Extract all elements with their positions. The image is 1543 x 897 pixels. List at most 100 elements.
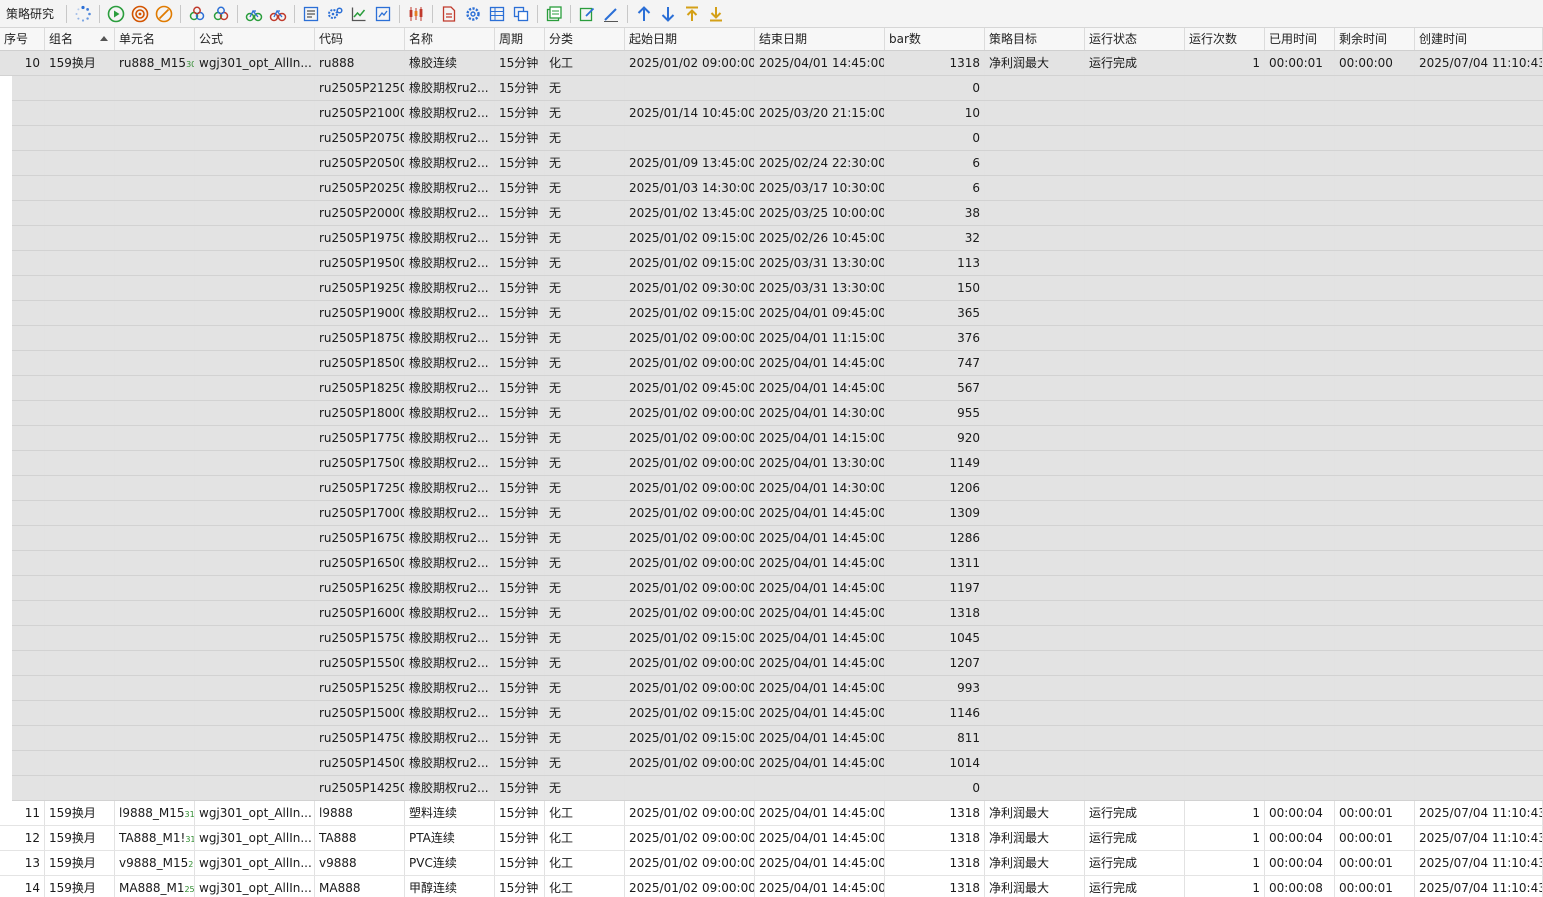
column-header-bar-count[interactable]: bar数	[885, 28, 985, 50]
table-child-row[interactable]: ru2505P21000 橡胶期权ru2... 15分钟无 2025/01/14 10…	[0, 101, 1543, 126]
cell-text: 00:00:01	[1269, 56, 1323, 70]
cell-name: 橡胶期权ru2...	[405, 376, 495, 400]
cell-text: 2025/04/01 14:45:00	[759, 681, 885, 695]
column-header-target[interactable]: 策略目标	[985, 28, 1085, 50]
toolbar: 策略研究	[0, 0, 1543, 28]
settings-icon[interactable]	[462, 3, 484, 25]
table-child-row[interactable]: ru2505P15500 橡胶期权ru2... 15分钟无 2025/01/02 09…	[0, 651, 1543, 676]
cell-created	[1415, 526, 1543, 550]
column-header-group[interactable]: 组名	[45, 28, 115, 50]
column-header-index[interactable]: 序号	[0, 28, 45, 50]
column-header-unit[interactable]: 单元名	[115, 28, 195, 50]
table-child-row[interactable]: ru2505P19750 橡胶期权ru2... 15分钟无 2025/01/02 09…	[0, 226, 1543, 251]
column-header-name[interactable]: 名称	[405, 28, 495, 50]
export-icon[interactable]	[543, 3, 565, 25]
table-child-row[interactable]: ru2505P15250 橡胶期权ru2... 15分钟无 2025/01/02 09…	[0, 676, 1543, 701]
cell-text: 无	[549, 131, 562, 145]
column-header-elapsed[interactable]: 已用时间	[1265, 28, 1335, 50]
cell-elapsed	[1265, 776, 1335, 800]
table-child-row[interactable]: ru2505P17500 橡胶期权ru2... 15分钟无 2025/01/02 09…	[0, 451, 1543, 476]
table-child-row[interactable]: ru2505P17250 橡胶期权ru2... 15分钟无 2025/01/02 09…	[0, 476, 1543, 501]
arrow-up-icon[interactable]	[633, 3, 655, 25]
cell-remaining	[1335, 276, 1415, 300]
cell-elapsed	[1265, 551, 1335, 575]
table-child-row[interactable]: ru2505P20000 橡胶期权ru2... 15分钟无 2025/01/02 13…	[0, 201, 1543, 226]
table-child-row[interactable]: ru2505P20500 橡胶期权ru2... 15分钟无 2025/01/09 13…	[0, 151, 1543, 176]
table-child-row[interactable]: ru2505P17000 橡胶期权ru2... 15分钟无 2025/01/02 09…	[0, 501, 1543, 526]
cell-text: wgj301_opt_AllIn...	[199, 856, 312, 870]
table-child-row[interactable]: ru2505P18000 橡胶期权ru2... 15分钟无 2025/01/02 09…	[0, 401, 1543, 426]
group-add-icon[interactable]	[186, 3, 208, 25]
cell-text: 00:00:08	[1269, 881, 1323, 895]
cell-text: 0	[972, 131, 980, 145]
column-header-end-date[interactable]: 结束日期	[755, 28, 885, 50]
table-child-row[interactable]: ru2505P15750 橡胶期权ru2... 15分钟无 2025/01/02 09…	[0, 626, 1543, 651]
column-header-start-date[interactable]: 起始日期	[625, 28, 755, 50]
candlestick-icon[interactable]	[405, 3, 427, 25]
table-child-row[interactable]: ru2505P18750 橡胶期权ru2... 15分钟无 2025/01/02 09…	[0, 326, 1543, 351]
cell-created: 2025/07/04 11:10:43	[1415, 801, 1543, 825]
column-header-formula[interactable]: 公式	[195, 28, 315, 50]
bike-alt-icon[interactable]	[267, 3, 289, 25]
table-row[interactable]: 12 159换月 TA888_M1!31 wgj301_opt_AllIn... TA8…	[0, 826, 1543, 851]
column-header-code[interactable]: 代码	[315, 28, 405, 50]
table-child-row[interactable]: ru2505P18500 橡胶期权ru2... 15分钟无 2025/01/02 09…	[0, 351, 1543, 376]
table-child-row[interactable]: ru2505P16250 橡胶期权ru2... 15分钟无 2025/01/02 09…	[0, 576, 1543, 601]
column-header-remaining[interactable]: 剩余时间	[1335, 28, 1415, 50]
table-child-row[interactable]: ru2505P19250 橡胶期权ru2... 15分钟无 2025/01/02 09…	[0, 276, 1543, 301]
table-row[interactable]: 13 159换月 v9888_M1527 wgj301_opt_AllIn... v98…	[0, 851, 1543, 876]
cell-unit	[115, 576, 195, 600]
cell-text: 橡胶期权ru2...	[409, 606, 489, 620]
cell-created	[1415, 176, 1543, 200]
table-row[interactable]: 11 159换月 l9888_M1531 wgj301_opt_AllIn... l98…	[0, 801, 1543, 826]
table-child-row[interactable]: ru2505P16750 橡胶期权ru2... 15分钟无 2025/01/02 09…	[0, 526, 1543, 551]
stop-icon[interactable]	[153, 3, 175, 25]
document-chart-icon[interactable]	[372, 3, 394, 25]
column-header-category[interactable]: 分类	[545, 28, 625, 50]
cell-text: 12	[24, 831, 40, 845]
run-icon[interactable]	[105, 3, 127, 25]
column-header-status[interactable]: 运行状态	[1085, 28, 1185, 50]
line-chart-icon[interactable]	[348, 3, 370, 25]
copy-icon[interactable]	[510, 3, 532, 25]
spinner-icon[interactable]	[72, 3, 94, 25]
cell-run-count	[1185, 726, 1265, 750]
cell-text: 2025/04/01 09:45:00	[759, 306, 885, 320]
edit-icon[interactable]	[576, 3, 598, 25]
table-child-row[interactable]: ru2505P16000 橡胶期权ru2... 15分钟无 2025/01/02 09…	[0, 601, 1543, 626]
pen-icon[interactable]	[600, 3, 622, 25]
cell-text: 塑料连续	[409, 806, 458, 820]
table-child-row[interactable]: ru2505P14500 橡胶期权ru2... 15分钟无 2025/01/02 09…	[0, 751, 1543, 776]
table-child-row[interactable]: ru2505P20250 橡胶期权ru2... 15分钟无 2025/01/03 14…	[0, 176, 1543, 201]
table-child-row[interactable]: ru2505P15000 橡胶期权ru2... 15分钟无 2025/01/02 09…	[0, 701, 1543, 726]
table-row[interactable]: 10 159换月 ru888_M1530 wgj301_opt_AllIn... ru8…	[0, 51, 1543, 76]
column-header-period[interactable]: 周期	[495, 28, 545, 50]
table-child-row[interactable]: ru2505P20750 橡胶期权ru2... 15分钟无 0	[0, 126, 1543, 151]
column-header-run-count[interactable]: 运行次数	[1185, 28, 1265, 50]
table-child-row[interactable]: ru2505P14750 橡胶期权ru2... 15分钟无 2025/01/02 09…	[0, 726, 1543, 751]
bike-icon[interactable]	[243, 3, 265, 25]
pdf-icon[interactable]	[438, 3, 460, 25]
table-child-row[interactable]: ru2505P19500 橡胶期权ru2... 15分钟无 2025/01/02 09…	[0, 251, 1543, 276]
table-child-row[interactable]: ru2505P17750 橡胶期权ru2... 15分钟无 2025/01/02 09…	[0, 426, 1543, 451]
table-child-row[interactable]: ru2505P19000 橡胶期权ru2... 15分钟无 2025/01/02 09…	[0, 301, 1543, 326]
cell-elapsed	[1265, 701, 1335, 725]
group-remove-icon[interactable]	[210, 3, 232, 25]
table-child-row[interactable]: ru2505P16500 橡胶期权ru2... 15分钟无 2025/01/02 09…	[0, 551, 1543, 576]
cell-text: 橡胶期权ru2...	[409, 256, 489, 270]
table-row[interactable]: 14 159换月 MA888_M125 wgj301_opt_AllIn... MA88…	[0, 876, 1543, 897]
move-top-icon[interactable]	[681, 3, 703, 25]
cell-group	[45, 701, 115, 725]
table-child-row[interactable]: ru2505P18250 橡胶期权ru2... 15分钟无 2025/01/02 09…	[0, 376, 1543, 401]
move-bottom-icon[interactable]	[705, 3, 727, 25]
report-icon[interactable]	[300, 3, 322, 25]
table-child-row[interactable]: ru2505P21250 橡胶期权ru2... 15分钟无 0	[0, 76, 1543, 101]
gears-icon[interactable]	[324, 3, 346, 25]
column-header-created[interactable]: 创建时间	[1415, 28, 1543, 50]
target-icon[interactable]	[129, 3, 151, 25]
cell-code: ru2505P15250	[315, 676, 405, 700]
cell-remaining: 00:00:01	[1335, 851, 1415, 875]
table-child-row[interactable]: ru2505P14250 橡胶期权ru2... 15分钟无 0	[0, 776, 1543, 801]
table-icon[interactable]	[486, 3, 508, 25]
arrow-down-icon[interactable]	[657, 3, 679, 25]
